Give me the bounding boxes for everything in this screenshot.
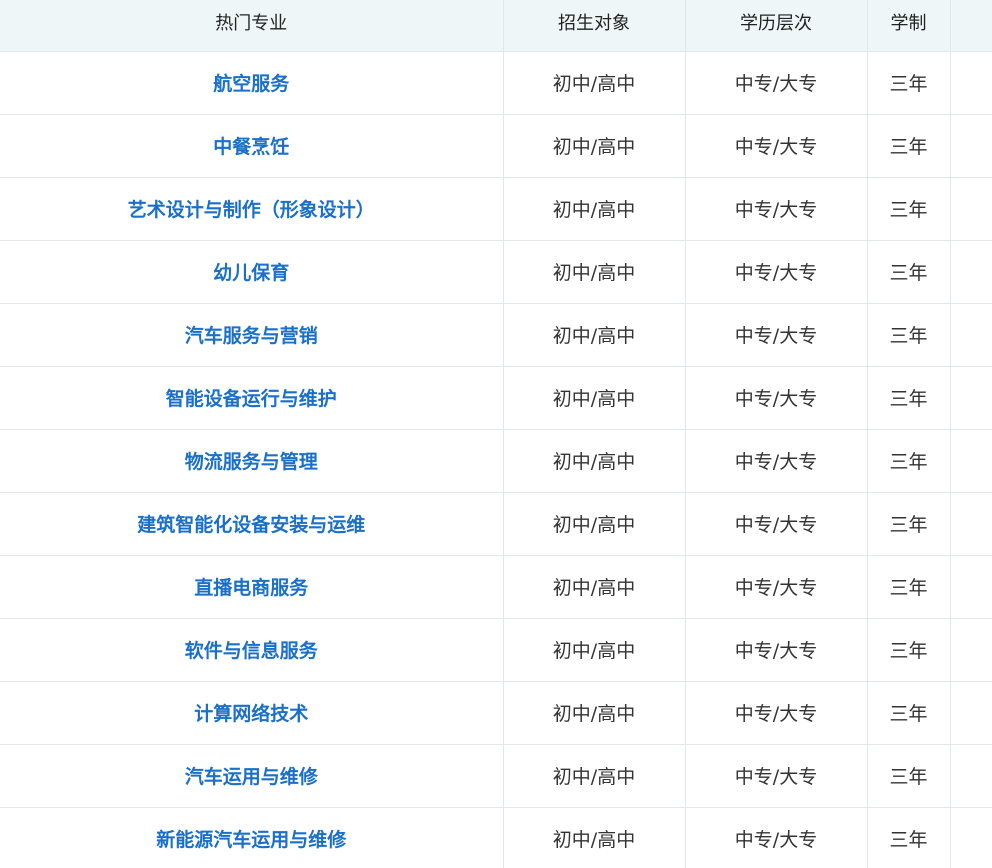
extra-cell (949, 50, 992, 115)
extra-cell (949, 239, 992, 304)
major-link[interactable]: 新能源汽车运用与维修 (156, 829, 346, 851)
extra-cell (949, 617, 992, 682)
major-cell: 艺术设计与制作（形象设计） (0, 176, 504, 241)
major-link[interactable]: 建筑智能化设备安装与运维 (137, 514, 365, 536)
extra-cell (949, 806, 992, 868)
major-link[interactable]: 幼儿保育 (213, 262, 289, 284)
level-cell: 中专/大专 (684, 50, 868, 115)
level-cell: 中专/大专 (684, 806, 868, 868)
level-cell: 中专/大专 (684, 491, 868, 556)
table-row: 汽车服务与营销 初中/高中 中专/大专 三年 (0, 302, 992, 367)
major-link[interactable]: 中餐烹饪 (213, 136, 289, 158)
major-cell: 建筑智能化设备安装与运维 (0, 491, 504, 556)
extra-cell (949, 491, 992, 556)
level-cell: 中专/大专 (684, 176, 868, 241)
years-cell: 三年 (866, 743, 951, 808)
major-link[interactable]: 直播电商服务 (194, 577, 308, 599)
years-cell: 三年 (866, 617, 951, 682)
level-cell: 中专/大专 (684, 302, 868, 367)
major-cell: 软件与信息服务 (0, 617, 504, 682)
table-row: 汽车运用与维修 初中/高中 中专/大专 三年 (0, 743, 992, 808)
table-row: 软件与信息服务 初中/高中 中专/大专 三年 (0, 617, 992, 682)
table-row: 艺术设计与制作（形象设计） 初中/高中 中专/大专 三年 (0, 176, 992, 241)
header-major: 热门专业 (0, 0, 504, 52)
table-row: 物流服务与管理 初中/高中 中专/大专 三年 (0, 428, 992, 493)
level-cell: 中专/大专 (684, 239, 868, 304)
major-cell: 幼儿保育 (0, 239, 504, 304)
target-cell: 初中/高中 (502, 554, 686, 619)
table-row: 中餐烹饪 初中/高中 中专/大专 三年 (0, 113, 992, 178)
major-cell: 航空服务 (0, 50, 504, 115)
years-cell: 三年 (866, 491, 951, 556)
target-cell: 初中/高中 (502, 113, 686, 178)
extra-cell (949, 743, 992, 808)
level-cell: 中专/大专 (684, 680, 868, 745)
extra-cell (949, 176, 992, 241)
target-cell: 初中/高中 (502, 743, 686, 808)
target-cell: 初中/高中 (502, 491, 686, 556)
years-cell: 三年 (866, 428, 951, 493)
years-cell: 三年 (866, 302, 951, 367)
years-cell: 三年 (866, 680, 951, 745)
major-cell: 汽车运用与维修 (0, 743, 504, 808)
level-cell: 中专/大专 (684, 428, 868, 493)
table-row: 智能设备运行与维护 初中/高中 中专/大专 三年 (0, 365, 992, 430)
table-row: 计算网络技术 初中/高中 中专/大专 三年 (0, 680, 992, 745)
table-row: 航空服务 初中/高中 中专/大专 三年 (0, 50, 992, 115)
level-cell: 中专/大专 (684, 743, 868, 808)
major-link[interactable]: 艺术设计与制作（形象设计） (128, 199, 375, 221)
years-cell: 三年 (866, 176, 951, 241)
target-cell: 初中/高中 (502, 680, 686, 745)
target-cell: 初中/高中 (502, 806, 686, 868)
major-link[interactable]: 航空服务 (213, 73, 289, 95)
table-header-row: 热门专业 招生对象 学历层次 学制 (0, 0, 992, 52)
extra-cell (949, 554, 992, 619)
target-cell: 初中/高中 (502, 428, 686, 493)
table-row: 直播电商服务 初中/高中 中专/大专 三年 (0, 554, 992, 619)
major-cell: 物流服务与管理 (0, 428, 504, 493)
major-cell: 直播电商服务 (0, 554, 504, 619)
target-cell: 初中/高中 (502, 239, 686, 304)
major-link[interactable]: 汽车运用与维修 (185, 766, 318, 788)
level-cell: 中专/大专 (684, 113, 868, 178)
target-cell: 初中/高中 (502, 617, 686, 682)
major-cell: 计算网络技术 (0, 680, 504, 745)
header-level: 学历层次 (684, 0, 868, 52)
target-cell: 初中/高中 (502, 302, 686, 367)
table-row: 建筑智能化设备安装与运维 初中/高中 中专/大专 三年 (0, 491, 992, 556)
target-cell: 初中/高中 (502, 50, 686, 115)
target-cell: 初中/高中 (502, 176, 686, 241)
header-extra (949, 0, 992, 52)
years-cell: 三年 (866, 365, 951, 430)
years-cell: 三年 (866, 554, 951, 619)
years-cell: 三年 (866, 113, 951, 178)
extra-cell (949, 365, 992, 430)
major-link[interactable]: 智能设备运行与维护 (166, 388, 337, 410)
major-cell: 中餐烹饪 (0, 113, 504, 178)
major-link[interactable]: 物流服务与管理 (185, 451, 318, 473)
header-target: 招生对象 (502, 0, 686, 52)
table-row: 幼儿保育 初中/高中 中专/大专 三年 (0, 239, 992, 304)
years-cell: 三年 (866, 50, 951, 115)
header-years: 学制 (866, 0, 951, 52)
major-cell: 智能设备运行与维护 (0, 365, 504, 430)
major-cell: 新能源汽车运用与维修 (0, 806, 504, 868)
major-link[interactable]: 汽车服务与营销 (185, 325, 318, 347)
extra-cell (949, 113, 992, 178)
years-cell: 三年 (866, 239, 951, 304)
majors-table: 热门专业 招生对象 学历层次 学制 航空服务 初中/高中 中专/大专 三年 中餐… (0, 0, 992, 868)
major-cell: 汽车服务与营销 (0, 302, 504, 367)
years-cell: 三年 (866, 806, 951, 868)
level-cell: 中专/大专 (684, 365, 868, 430)
extra-cell (949, 428, 992, 493)
table-row: 新能源汽车运用与维修 初中/高中 中专/大专 三年 (0, 806, 992, 868)
target-cell: 初中/高中 (502, 365, 686, 430)
level-cell: 中专/大专 (684, 617, 868, 682)
extra-cell (949, 302, 992, 367)
extra-cell (949, 680, 992, 745)
major-link[interactable]: 计算网络技术 (194, 703, 308, 725)
major-link[interactable]: 软件与信息服务 (185, 640, 318, 662)
level-cell: 中专/大专 (684, 554, 868, 619)
